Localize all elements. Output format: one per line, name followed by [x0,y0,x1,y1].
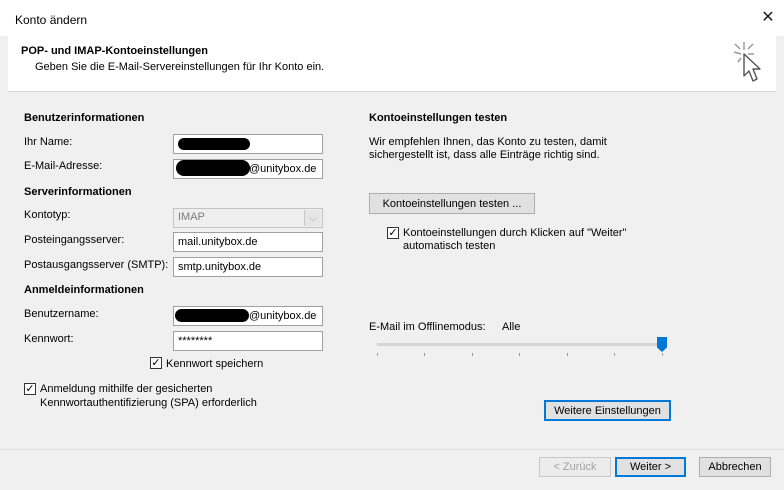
login-info-section-heading: Anmeldeinformationen [24,284,144,296]
remember-password-checkbox[interactable]: ✓ [150,357,162,369]
test-description-line2: sichergestellt ist, dass alle Einträge r… [369,149,600,161]
incoming-server-input[interactable] [173,232,323,252]
offline-slider-track[interactable] [377,343,663,346]
name-label: Ihr Name: [24,136,73,148]
email-domain: @unitybox.de [249,163,317,175]
slider-tick [424,353,425,356]
account-type-label: Kontotyp: [24,209,71,221]
outgoing-server-input[interactable] [173,257,323,277]
page-subtitle: Geben Sie die E-Mail-Servereinstellungen… [35,61,325,73]
incoming-server-label: Posteingangsserver: [24,234,125,246]
close-icon[interactable]: ✕ [756,6,780,30]
account-type-value: IMAP [178,211,205,223]
more-settings-button[interactable]: Weitere Einstellungen [544,400,671,421]
username-label: Benutzername: [24,308,99,320]
auto-test-label-line2: automatisch testen [403,240,496,252]
chevron-down-icon: ⌵ [304,210,321,226]
redacted-username-local-part [175,309,249,322]
wizard-sparkle-cursor-icon [730,40,774,88]
auto-test-checkbox[interactable]: ✓ [387,227,399,239]
spa-checkbox[interactable]: ✓ [24,383,36,395]
footer-divider [0,449,784,450]
server-info-section-heading: Serverinformationen [24,186,132,198]
title-bar [0,0,784,36]
offline-mode-value: Alle [502,321,521,333]
account-type-select: IMAP ⌵ [173,208,323,228]
back-button[interactable]: < Zurück [539,457,611,477]
outgoing-server-label: Postausgangsserver (SMTP): [24,259,169,271]
password-label: Kennwort: [24,333,74,345]
test-settings-section-heading: Kontoeinstellungen testen [369,112,508,124]
user-info-section-heading: Benutzerinformationen [24,112,145,124]
slider-tick [472,353,473,356]
next-button[interactable]: Weiter > [615,457,686,477]
slider-tick [519,353,520,356]
cancel-button[interactable]: Abbrechen [699,457,771,477]
slider-tick [662,353,663,356]
spa-label-line1: Anmeldung mithilfe der gesicherten [40,383,213,395]
redacted-name [178,138,250,150]
slider-tick [614,353,615,356]
page-title: POP- und IMAP-Kontoeinstellungen [21,45,208,57]
password-input[interactable] [173,331,323,351]
spa-label-line2: Kennwortauthentifizierung (SPA) erforder… [40,397,257,409]
test-description-line1: Wir empfehlen Ihnen, das Konto zu testen… [369,136,607,148]
slider-tick [567,353,568,356]
test-account-settings-button[interactable]: Kontoeinstellungen testen ... [369,193,535,214]
email-label: E-Mail-Adresse: [24,160,103,172]
auto-test-label-line1: Kontoeinstellungen durch Klicken auf "We… [403,227,627,239]
remember-password-label: Kennwort speichern [166,358,264,370]
username-domain: @unitybox.de [249,310,317,322]
offline-mode-label: E-Mail im Offlinemodus: [369,321,486,333]
slider-tick [377,353,378,356]
redacted-email-local-part [176,160,250,176]
window-title: Konto ändern [15,13,88,27]
offline-slider-thumb[interactable] [657,337,667,352]
